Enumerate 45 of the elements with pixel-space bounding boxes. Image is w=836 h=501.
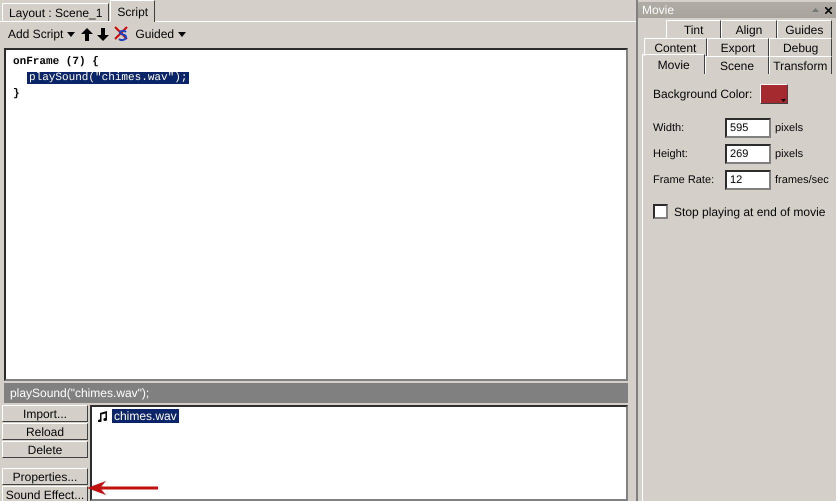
caret-icon (178, 32, 186, 36)
panel-tab[interactable]: Transform (768, 56, 832, 74)
tab[interactable]: Script (110, 0, 156, 22)
code-line: onFrame (7) { (12, 56, 100, 68)
sound-item[interactable]: chimes.wav (112, 409, 179, 423)
guided-button[interactable]: Guided (133, 26, 188, 42)
field-label: Frame Rate: (653, 174, 716, 186)
code-line: } (12, 88, 21, 100)
tab[interactable]: Layout : Scene_1 (2, 3, 110, 21)
checkbox-label: Stop playing at end of movie (674, 204, 826, 218)
input-field[interactable]: 269 (725, 144, 771, 164)
panel-tab[interactable]: Movie (642, 54, 706, 74)
script-editor[interactable]: onFrame (7) { playSound("chimes.wav"); } (4, 48, 628, 381)
unit-label: frames/sec (775, 174, 829, 186)
sound-list[interactable]: chimes.wav (90, 405, 628, 501)
panel-tab[interactable]: Guides (776, 20, 832, 38)
panel-tab[interactable]: Debug (769, 38, 832, 56)
panel-tab[interactable]: Align (721, 20, 777, 38)
input-field[interactable]: 595 (725, 118, 771, 138)
action-button[interactable]: Properties... (2, 468, 88, 485)
caret-icon (67, 32, 76, 36)
add-script-button[interactable]: Add Script (6, 26, 78, 42)
action-button[interactable]: Reload (2, 423, 88, 440)
close-icon[interactable] (825, 6, 832, 14)
unit-label: pixels (775, 122, 804, 134)
checkbox[interactable] (653, 204, 668, 219)
panel-tab[interactable]: Scene (705, 56, 769, 74)
caret-icon (781, 99, 786, 102)
field-label: Width: (653, 122, 686, 134)
action-button[interactable]: Delete (2, 441, 88, 458)
color-picker[interactable] (760, 84, 788, 104)
panel-tab[interactable]: Content (644, 38, 707, 56)
action-button[interactable]: Sound Effect... (2, 486, 88, 501)
arrow-down-icon[interactable] (97, 28, 110, 40)
syntax-check-icon[interactable] (113, 26, 130, 42)
field-label: Height: (653, 148, 689, 160)
music-note-icon (98, 410, 108, 422)
arrow-up-icon[interactable] (81, 28, 94, 40)
unit-label: pixels (775, 148, 804, 160)
panel-tab[interactable]: Tint (666, 20, 722, 38)
field-label: Background Color: (653, 87, 752, 101)
panel-tab[interactable]: Export (706, 38, 770, 56)
panel-title: Movie (642, 3, 674, 17)
input-field[interactable]: 12 (725, 170, 771, 190)
action-button[interactable]: Import... (2, 405, 88, 422)
